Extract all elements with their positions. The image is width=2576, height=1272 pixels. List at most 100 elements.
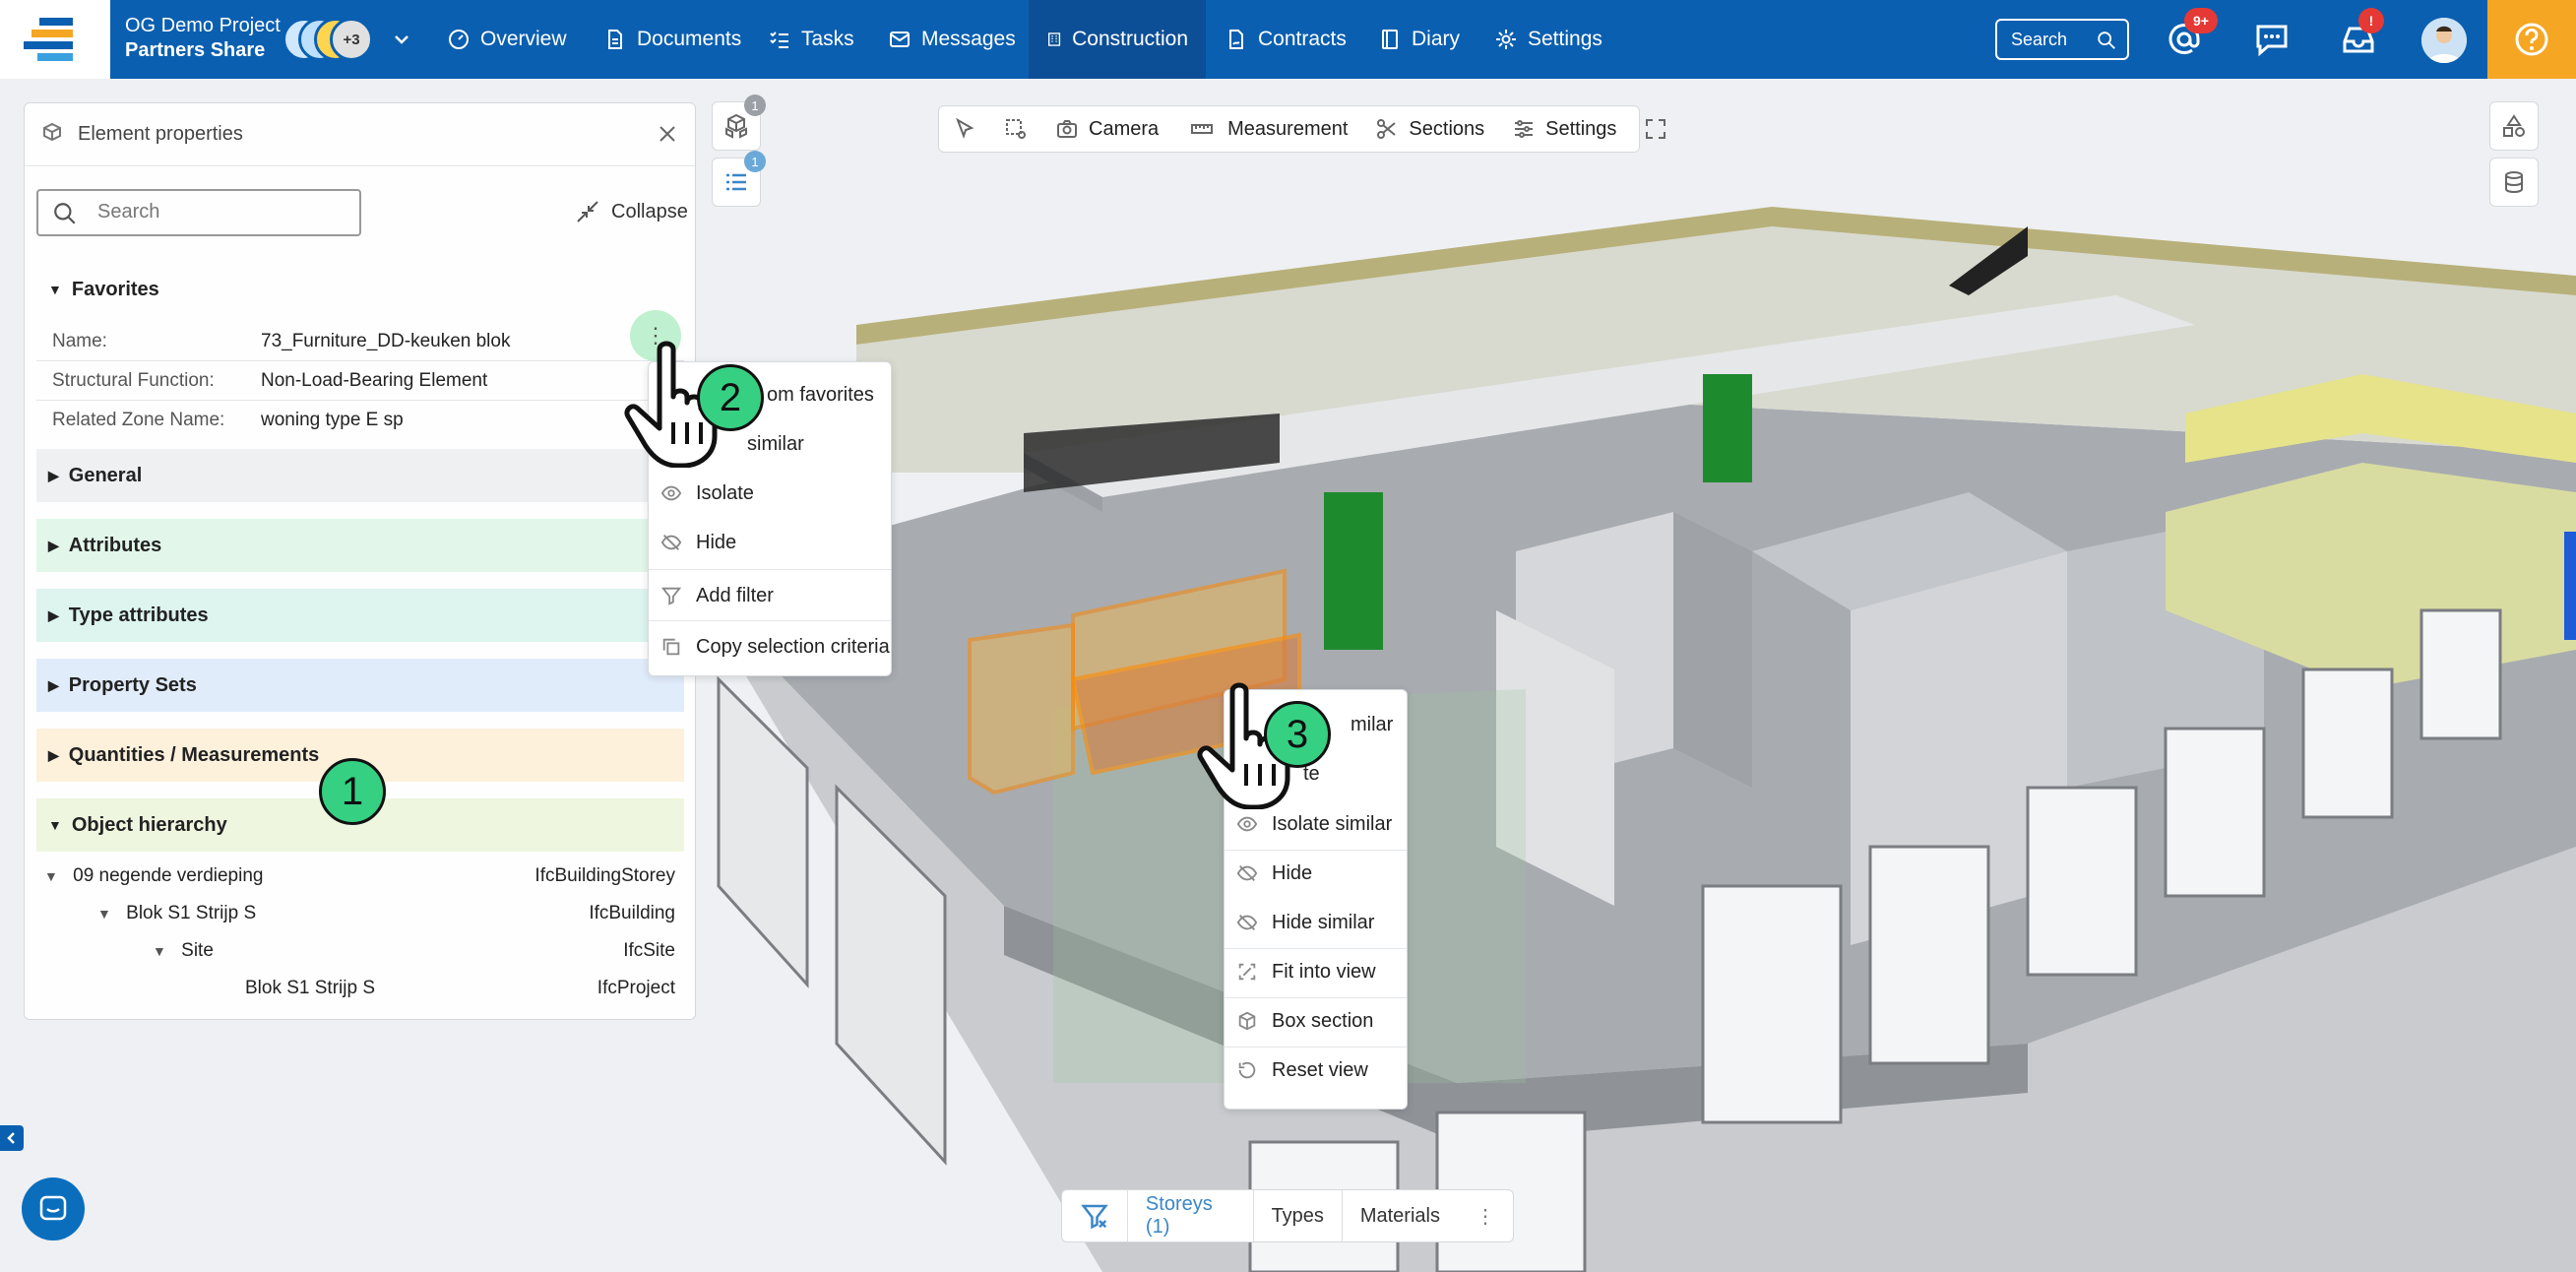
section-favorites[interactable]: ▼ Favorites bbox=[36, 263, 684, 316]
camera-button[interactable]: Camera bbox=[1041, 106, 1172, 152]
property-value: Non-Load-Bearing Element bbox=[261, 369, 488, 391]
app-logo[interactable] bbox=[0, 0, 110, 79]
fullscreen-icon bbox=[1646, 119, 1666, 139]
hierarchy-node[interactable]: ▼ Site bbox=[153, 940, 214, 962]
database-button[interactable] bbox=[2489, 158, 2539, 207]
support-chat-button[interactable] bbox=[22, 1177, 85, 1240]
nav-label: Overview bbox=[480, 28, 567, 50]
collapse-icon bbox=[577, 201, 598, 223]
tasks-icon bbox=[770, 32, 788, 48]
types-filter[interactable]: Types bbox=[1254, 1190, 1342, 1241]
panel-title: Element properties bbox=[78, 123, 243, 145]
expanded-triangle-icon: ▼ bbox=[48, 282, 62, 297]
shapes-button[interactable] bbox=[2489, 101, 2539, 151]
expand-triangle-icon[interactable]: ▼ bbox=[97, 906, 111, 922]
help-button[interactable] bbox=[2487, 0, 2576, 79]
menu-label: Isolate bbox=[696, 481, 754, 504]
expand-triangle-icon[interactable]: ▼ bbox=[153, 943, 166, 959]
nav-construction[interactable]: Construction bbox=[1029, 0, 1206, 79]
database-icon bbox=[2505, 171, 2523, 194]
favorite-row[interactable]: Related Zone Name: woning type E sp bbox=[36, 401, 684, 440]
menu-add-filter[interactable]: Add filter bbox=[649, 571, 891, 620]
chat-button[interactable] bbox=[2252, 20, 2292, 59]
cubes-icon bbox=[725, 113, 747, 139]
menu-copy-selection-criteria[interactable]: Copy selection criteria bbox=[649, 622, 891, 671]
project-selector[interactable]: OG Demo Project Partners Share bbox=[125, 14, 281, 63]
menu-hide[interactable]: Hide bbox=[1225, 849, 1407, 898]
section-property-sets[interactable]: ▶ Property Sets bbox=[36, 659, 684, 712]
menu-divider bbox=[649, 620, 891, 621]
favorite-row[interactable]: Name: 73_Furniture_DD-keuken blok bbox=[36, 322, 684, 361]
hierarchy-name: 09 negende verdieping bbox=[73, 865, 264, 886]
section-type-attributes[interactable]: ▶ Type attributes bbox=[36, 589, 684, 642]
settings-label: Settings bbox=[1545, 117, 1617, 140]
menu-label: milar bbox=[1351, 713, 1394, 735]
section-attributes[interactable]: ▶ Attributes bbox=[36, 519, 684, 572]
nav-contracts[interactable]: Contracts bbox=[1207, 0, 1364, 79]
nav-label: Tasks bbox=[801, 28, 854, 50]
storeys-filter[interactable]: Storeys (1) bbox=[1128, 1190, 1253, 1241]
nav-settings[interactable]: Settings bbox=[1476, 0, 1620, 79]
fullscreen-button[interactable] bbox=[1630, 106, 1681, 152]
measurement-button[interactable]: Measurement bbox=[1172, 106, 1361, 152]
expand-sidebar-button[interactable] bbox=[0, 1125, 24, 1151]
sections-button[interactable]: Sections bbox=[1361, 106, 1498, 152]
camera-label: Camera bbox=[1089, 117, 1160, 140]
nav-messages[interactable]: Messages bbox=[870, 0, 1034, 79]
menu-fit-into-view[interactable]: Fit into view bbox=[1225, 947, 1407, 996]
scissors-icon bbox=[1377, 119, 1397, 139]
project-name: OG Demo Project bbox=[125, 15, 281, 36]
menu-label: om favorites bbox=[767, 383, 874, 406]
menu-box-section[interactable]: Box section bbox=[1225, 996, 1407, 1046]
avatar-icon bbox=[2421, 18, 2467, 63]
list-icon bbox=[726, 173, 746, 191]
materials-filter[interactable]: Materials bbox=[1343, 1190, 1458, 1241]
menu-label: Add filter bbox=[696, 584, 774, 606]
menu-reset-view[interactable]: Reset view bbox=[1225, 1046, 1407, 1095]
mentions-button[interactable]: 9+ bbox=[2165, 8, 2218, 59]
hierarchy-node[interactable]: Blok S1 Strijp S bbox=[245, 978, 375, 999]
menu-label: Hide bbox=[696, 531, 737, 553]
nav-label: Documents bbox=[637, 28, 742, 50]
diary-icon bbox=[1382, 30, 1398, 49]
box-select-icon bbox=[1006, 119, 1026, 139]
step-marker: 1 bbox=[319, 758, 386, 825]
models-button[interactable]: 1 bbox=[712, 95, 766, 151]
nav-documents[interactable]: Documents bbox=[586, 0, 759, 79]
filter-button[interactable] bbox=[1062, 1190, 1127, 1241]
favorite-row[interactable]: Structural Function: Non-Load-Bearing El… bbox=[36, 361, 684, 401]
box-select-tool[interactable] bbox=[990, 106, 1041, 152]
eye-icon bbox=[1236, 816, 1258, 832]
notifications-button[interactable]: ! bbox=[2339, 8, 2384, 59]
global-search-input[interactable]: Search bbox=[1995, 19, 2129, 60]
collapse-button[interactable]: Collapse bbox=[574, 198, 688, 225]
expand-triangle-icon[interactable]: ▼ bbox=[44, 868, 58, 884]
close-icon[interactable] bbox=[656, 122, 679, 146]
menu-isolate[interactable]: Isolate bbox=[649, 469, 891, 518]
filter-icon bbox=[660, 587, 682, 605]
building-icon bbox=[1048, 32, 1061, 46]
nav-tasks[interactable]: Tasks bbox=[750, 0, 872, 79]
document-icon bbox=[608, 30, 622, 49]
select-tool[interactable] bbox=[939, 106, 990, 152]
property-value: woning type E sp bbox=[261, 410, 404, 430]
collapsed-triangle-icon: ▶ bbox=[48, 467, 59, 483]
nav-overview[interactable]: Overview bbox=[429, 0, 585, 79]
section-label: Favorites bbox=[71, 278, 159, 300]
menu-hide-similar[interactable]: Hide similar bbox=[1225, 898, 1407, 947]
viewer-toolbar: Camera Measurement Sections Settings bbox=[938, 105, 1666, 153]
element-list-button[interactable]: 1 bbox=[712, 151, 766, 207]
overview-icon bbox=[449, 30, 469, 49]
hierarchy-node[interactable]: ▼ 09 negende verdieping bbox=[44, 865, 263, 887]
user-avatar[interactable] bbox=[2421, 18, 2467, 63]
filter-more-button[interactable]: ⋮ bbox=[1458, 1190, 1513, 1241]
section-general[interactable]: ▶ General bbox=[36, 449, 684, 502]
hierarchy-node[interactable]: ▼ Blok S1 Strijp S bbox=[97, 903, 256, 924]
viewer-settings-button[interactable]: Settings bbox=[1498, 106, 1630, 152]
nav-diary[interactable]: Diary bbox=[1360, 0, 1477, 79]
property-key: Structural Function: bbox=[52, 369, 215, 391]
chevron-down-icon[interactable] bbox=[392, 30, 411, 49]
nav-label: Construction bbox=[1072, 28, 1188, 50]
menu-hide[interactable]: Hide bbox=[649, 518, 891, 567]
property-search-input[interactable]: Search bbox=[36, 189, 361, 236]
